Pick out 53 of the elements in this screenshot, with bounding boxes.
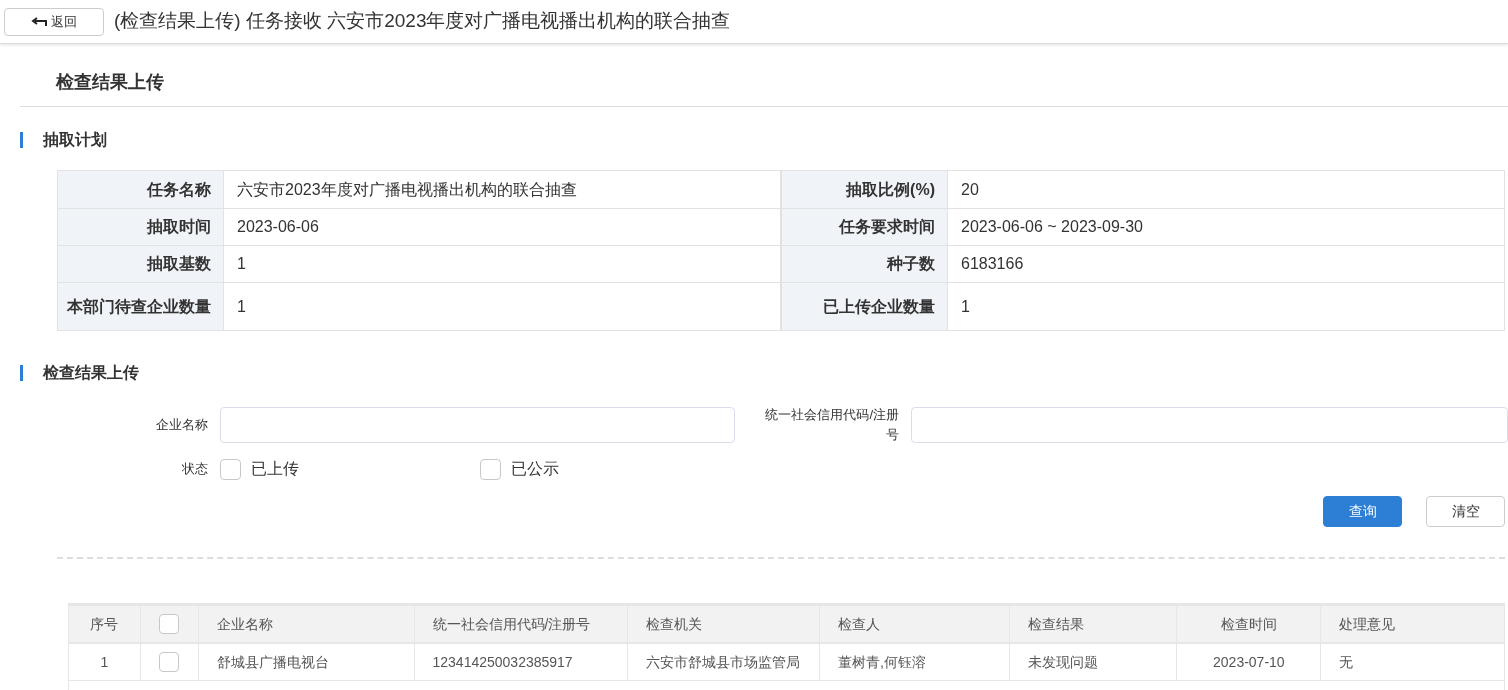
table-cell: 1 [69,644,141,680]
text-input[interactable] [911,407,1508,443]
field-label: 本部门待查企业数量 [58,283,224,330]
field-label: 已上传企业数量 [782,283,948,330]
table-cell: 董树青,何钰溶 [819,644,1010,680]
section-heading: 抽取计划 [43,130,107,150]
section-heading: 检查结果上传 [43,363,139,383]
column-header: 处理意见 [1338,614,1397,634]
field-value: 2023-06-06 ~ 2023-09-30 [960,217,1144,237]
checkbox-label: 已上传 [251,459,299,479]
clear-button[interactable]: 清空 [1426,496,1505,527]
field-label: 任务名称 [58,171,224,208]
back-button[interactable]: 返回 [4,7,104,36]
field-value: 20 [960,179,980,200]
checkbox[interactable] [159,652,180,672]
section-marker [20,365,23,381]
form-label: 状态 [181,460,208,479]
field-label: 抽取基数 [58,246,224,282]
field-label: 抽取时间 [58,209,224,245]
checkbox-label: 已公示 [511,459,559,479]
table-cell-text: 无 [1338,652,1355,672]
table-cell: 舒城县广播电视台 [198,644,415,680]
column-header: 统一社会信用代码/注册号 [414,606,629,642]
checkbox[interactable] [220,458,241,480]
form-label: 统一社会信用代码/注册号 [764,406,900,444]
field-label: 抽取比例(%) [782,171,948,208]
checkbox[interactable] [480,458,501,480]
search-button[interactable]: 查询 [1323,496,1402,527]
return-arrow-icon [31,16,47,27]
section-marker [20,132,23,148]
column-header: 检查机关 [628,606,820,642]
column-header: 检查人 [819,606,1010,642]
table-cell: 123414250032385917 [414,644,629,680]
field-value: 六安市2023年度对广播电视播出机构的联合抽查 [236,179,578,200]
field-value: 1 [236,296,247,317]
page-header-title: (检查结果上传) 任务接收 六安市2023年度对广播电视播出机构的联合抽查 [114,9,731,34]
table-cell: 2023-07-10 [1177,644,1322,680]
text-input[interactable] [220,407,736,443]
table-cell: 未发现问题 [1009,644,1178,680]
field-label: 任务要求时间 [782,209,948,245]
table-cell: 六安市舒城县市场监管局 [628,644,820,680]
field-value: 1 [960,296,971,317]
page-title: 检查结果上传 [56,71,164,94]
checkbox[interactable] [159,614,180,634]
column-header: 企业名称 [198,606,415,642]
field-label: 种子数 [782,246,948,282]
field-value: 2023-06-06 [236,217,320,237]
field-value: 1 [236,254,247,274]
field-value: 6183166 [960,254,1025,274]
column-header: 检查结果 [1009,606,1178,642]
column-header: 检查时间 [1177,606,1322,642]
form-label: 企业名称 [155,416,208,434]
column-header: 序号 [69,606,141,642]
